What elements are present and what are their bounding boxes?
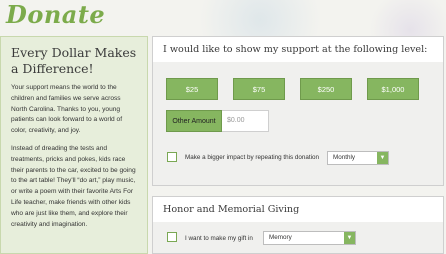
- info-sidebar: Every Dollar Makes a Difference! Your su…: [0, 36, 148, 254]
- frequency-select-value: Monthly: [333, 154, 356, 161]
- chevron-down-icon: ▼: [344, 232, 355, 244]
- amount-1000-button[interactable]: $1,000: [367, 78, 419, 100]
- support-level-panel: I would like to show my support at the f…: [152, 36, 444, 186]
- frequency-select[interactable]: Monthly ▼: [327, 151, 389, 165]
- gift-type-select[interactable]: Memory ▼: [263, 231, 356, 245]
- amount-75-button[interactable]: $75: [233, 78, 285, 100]
- repeat-donation-checkbox[interactable]: [167, 152, 177, 162]
- sidebar-paragraph-1: Your support means the world to the chil…: [11, 84, 123, 135]
- other-amount-input[interactable]: $0.00: [222, 110, 269, 132]
- chevron-down-icon: ▼: [377, 152, 388, 164]
- honor-gift-label: I want to make my gift in: [185, 235, 253, 242]
- amount-250-button[interactable]: $250: [300, 78, 352, 100]
- amount-25-button[interactable]: $25: [166, 78, 218, 100]
- gift-type-select-value: Memory: [269, 234, 292, 241]
- honor-heading: Honor and Memorial Giving: [153, 197, 443, 223]
- sidebar-title: Every Dollar Makes a Difference!: [11, 45, 137, 76]
- honor-gift-checkbox[interactable]: [167, 232, 177, 242]
- sidebar-paragraph-2: Instead of dreading the tests and treatm…: [11, 144, 136, 228]
- honor-memorial-panel: Honor and Memorial Giving I want to make…: [152, 196, 444, 254]
- page-title: Donate: [6, 0, 106, 29]
- other-amount-label: Other Amount: [166, 110, 222, 132]
- repeat-donation-label: Make a bigger impact by repeating this d…: [185, 154, 320, 161]
- support-heading: I would like to show my support at the f…: [153, 37, 443, 63]
